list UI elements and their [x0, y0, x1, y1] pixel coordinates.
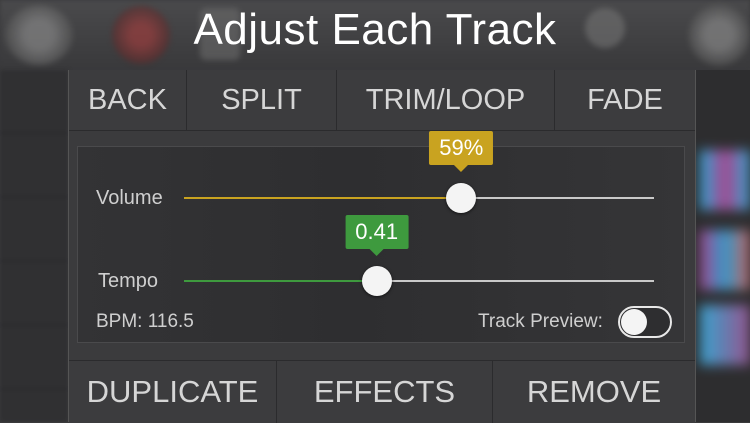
- back-button[interactable]: BACK: [69, 70, 187, 130]
- remove-button[interactable]: REMOVE: [493, 361, 695, 423]
- tempo-value-badge: 0.41: [345, 215, 409, 256]
- duplicate-button[interactable]: DUPLICATE: [69, 361, 277, 423]
- track-preview-toggle-knob: [621, 309, 647, 335]
- adjust-track-panel: BACK SPLIT TRIM/LOOP FADE Volume 59% Tem…: [68, 70, 696, 423]
- background-track-clip: [700, 150, 750, 210]
- background-track-clip: [700, 230, 750, 290]
- bpm-readout: BPM: 116.5: [96, 311, 194, 332]
- trim-loop-button[interactable]: TRIM/LOOP: [337, 70, 555, 130]
- tempo-slider-fill: [184, 280, 377, 282]
- page-title: Adjust Each Track: [193, 5, 557, 54]
- background-track-list: [0, 70, 68, 422]
- effects-button[interactable]: EFFECTS: [277, 361, 493, 423]
- volume-slider-fill: [184, 197, 462, 199]
- fade-button[interactable]: FADE: [555, 70, 695, 130]
- track-settings: Volume 59% Tempo 0.41 BPM: 116.5 Track P…: [77, 131, 685, 343]
- track-preview-label: Track Preview:: [478, 311, 603, 332]
- top-nav: BACK SPLIT TRIM/LOOP FADE: [69, 70, 695, 131]
- track-preview-toggle[interactable]: [618, 306, 672, 338]
- volume-slider-handle[interactable]: [446, 183, 477, 213]
- volume-label: Volume: [96, 187, 163, 209]
- volume-slider-track[interactable]: [184, 197, 654, 199]
- volume-value-badge: 59%: [429, 131, 494, 172]
- tempo-slider-handle[interactable]: [361, 266, 392, 296]
- bottom-nav: DUPLICATE EFFECTS REMOVE: [69, 360, 695, 423]
- tempo-label: Tempo: [98, 270, 159, 292]
- background-track-clip: [700, 305, 750, 365]
- tempo-slider-track[interactable]: [184, 280, 654, 282]
- split-button[interactable]: SPLIT: [187, 70, 337, 130]
